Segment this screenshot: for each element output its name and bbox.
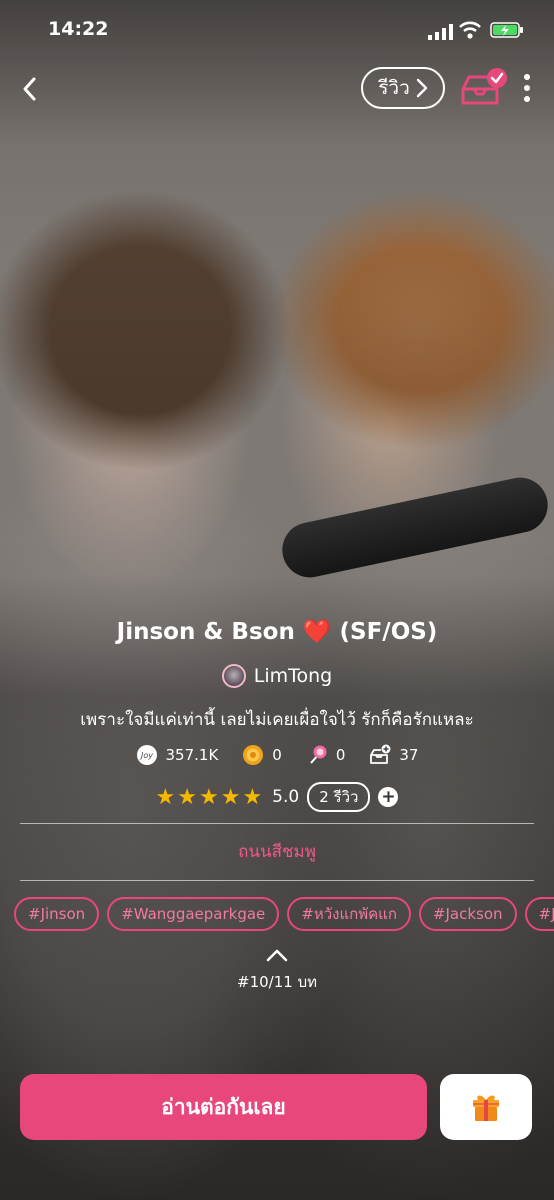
- review-button[interactable]: รีวิว: [361, 67, 445, 109]
- author-row[interactable]: LimTong: [0, 664, 554, 688]
- coin-stat: 0: [242, 744, 282, 766]
- author-avatar[interactable]: [221, 664, 246, 688]
- rating-row: ★★★★★ 5.0 2 รีวิว +: [0, 782, 554, 812]
- candy-icon: [310, 745, 327, 764]
- coin-count: 0: [272, 746, 282, 764]
- shelf-add-count: 37: [399, 746, 419, 764]
- chevron-right-icon: [416, 78, 427, 98]
- tag-chip[interactable]: #หวังแกพัคแก: [287, 897, 411, 931]
- shelf-add-stat: 37: [369, 744, 418, 766]
- plus-icon[interactable]: +: [378, 787, 399, 807]
- heart-emoji: ❤️: [302, 619, 332, 645]
- gift-icon: [473, 1095, 499, 1121]
- status-time: 14:22: [48, 18, 109, 40]
- tag-chip[interactable]: #Jinson: [14, 897, 100, 931]
- story-title: Jinson & Bson ❤️ (SF/OS): [0, 618, 554, 645]
- back-chevron-icon[interactable]: [18, 74, 42, 104]
- tag-chip[interactable]: #Jin: [524, 897, 554, 931]
- stats-row: Joy 357.1K 0 0 37: [0, 744, 554, 766]
- coin-icon: [243, 745, 264, 765]
- review-count-button[interactable]: 2 รีวิว: [307, 782, 371, 812]
- story-title-suffix: (SF/OS): [339, 619, 438, 645]
- tag-list: #Jinson #Wanggaeparkgae #หวังแกพัคแก #Ja…: [14, 897, 554, 933]
- chevron-up-icon[interactable]: [265, 948, 289, 962]
- signal-icon: [428, 24, 453, 40]
- rating-score: 5.0: [272, 787, 300, 807]
- continue-reading-label: อ่านต่อกันเลย: [161, 1094, 286, 1119]
- candy-stat: 0: [306, 744, 346, 766]
- svg-text:Joy: Joy: [139, 751, 153, 760]
- candy-count: 0: [335, 746, 346, 764]
- more-vertical-icon[interactable]: [522, 72, 532, 104]
- continue-reading-button[interactable]: อ่านต่อกันเลย: [20, 1074, 427, 1140]
- add-to-shelf-icon: [370, 744, 391, 764]
- divider: [20, 823, 534, 824]
- category-link[interactable]: ถนนสีชมพู: [0, 838, 554, 865]
- chapter-progress: #10/11 บท: [237, 973, 317, 991]
- review-button-label: รีวิว: [378, 77, 410, 99]
- battery-icon: [490, 22, 523, 38]
- tag-chip[interactable]: #Jackson: [418, 897, 517, 931]
- cover-image: [0, 0, 554, 1200]
- tag-chip[interactable]: #Wanggaeparkgae: [107, 897, 280, 931]
- gift-button[interactable]: [440, 1074, 532, 1140]
- wifi-icon: [459, 21, 481, 39]
- star-icon: ★★★★★: [155, 784, 265, 810]
- author-name[interactable]: LimTong: [254, 665, 332, 687]
- story-title-text: Jinson & Bson: [116, 619, 295, 645]
- story-description: เพราะใจมีแค่เท่านี้ เลยไม่เคยเผื่อใจไว้ …: [80, 710, 474, 730]
- joy-icon: Joy: [136, 745, 157, 765]
- bookshelf-check-icon[interactable]: [459, 67, 507, 109]
- joy-count: 357.1K: [165, 746, 219, 764]
- divider: [20, 880, 534, 881]
- joy-stat: Joy 357.1K: [136, 744, 219, 766]
- status-bar: 14:22: [0, 0, 554, 60]
